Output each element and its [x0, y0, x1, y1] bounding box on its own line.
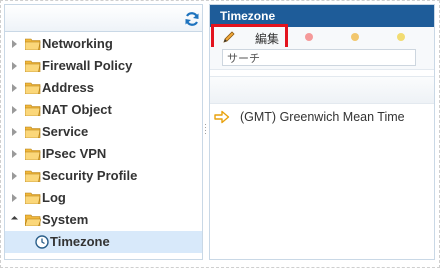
expand-arrow-icon[interactable] — [12, 62, 17, 70]
expand-arrow-icon[interactable] — [12, 128, 17, 136]
timezone-panel: Timezone 編集 (GMT) Greenwich Mean Time — [209, 4, 435, 260]
folder-icon — [25, 60, 41, 72]
row-arrow-icon — [214, 110, 230, 124]
tree-item-timezone[interactable]: Timezone — [5, 231, 202, 253]
tree-item-security-profile[interactable]: Security Profile — [5, 165, 202, 187]
menu-tree: Networking Firewall Policy Address NAT O… — [5, 33, 202, 253]
tree-item-label: Timezone — [50, 234, 110, 249]
folder-icon — [25, 170, 41, 182]
expand-arrow-icon[interactable] — [12, 194, 17, 202]
disabled-action-icon — [397, 33, 405, 41]
tree-item-ipsec-vpn[interactable]: IPsec VPN — [5, 143, 202, 165]
tree-item-nat-object[interactable]: NAT Object — [5, 99, 202, 121]
tree-item-address[interactable]: Address — [5, 77, 202, 99]
expand-arrow-icon[interactable] — [12, 84, 17, 92]
timezone-value: (GMT) Greenwich Mean Time — [240, 110, 405, 124]
tree-item-label: System — [42, 212, 89, 227]
tree-item-label: Networking — [42, 36, 113, 51]
folder-icon — [25, 192, 41, 204]
navigation-panel: Networking Firewall Policy Address NAT O… — [4, 4, 203, 260]
disabled-action-icon — [351, 33, 359, 41]
tree-item-label: IPsec VPN — [42, 146, 107, 161]
folder-icon — [25, 126, 41, 138]
expand-arrow-icon[interactable] — [12, 106, 17, 114]
navigation-header — [5, 5, 202, 32]
refresh-icon[interactable] — [184, 11, 200, 27]
clock-icon — [35, 235, 49, 249]
tree-item-service[interactable]: Service — [5, 121, 202, 143]
tree-item-label: Log — [42, 190, 66, 205]
collapse-arrow-icon[interactable] — [10, 215, 19, 224]
tree-item-firewall-policy[interactable]: Firewall Policy — [5, 55, 202, 77]
disabled-action-icon — [305, 33, 313, 41]
tree-item-label: Firewall Policy — [42, 58, 133, 73]
table-row[interactable]: (GMT) Greenwich Mean Time — [210, 104, 434, 131]
tree-item-label: Security Profile — [42, 168, 138, 183]
expand-arrow-icon[interactable] — [12, 150, 17, 158]
expand-arrow-icon[interactable] — [12, 172, 17, 180]
folder-icon — [25, 38, 41, 50]
tree-item-log[interactable]: Log — [5, 187, 202, 209]
tree-item-label: Address — [42, 80, 95, 95]
panel-splitter[interactable] — [203, 4, 208, 260]
folder-icon — [25, 104, 41, 116]
tree-item-networking[interactable]: Networking — [5, 33, 202, 55]
folder-icon — [25, 82, 41, 94]
search-input[interactable] — [222, 49, 416, 66]
folder-icon — [25, 148, 41, 160]
tree-item-system[interactable]: System — [5, 209, 202, 231]
tree-item-label: NAT Object — [42, 102, 112, 117]
toolbar: 編集 — [210, 24, 434, 52]
open-folder-icon — [25, 214, 41, 226]
search-row — [210, 47, 434, 70]
expand-arrow-icon[interactable] — [12, 40, 17, 48]
grid-header — [210, 76, 434, 104]
tree-item-label: Service — [42, 124, 89, 139]
